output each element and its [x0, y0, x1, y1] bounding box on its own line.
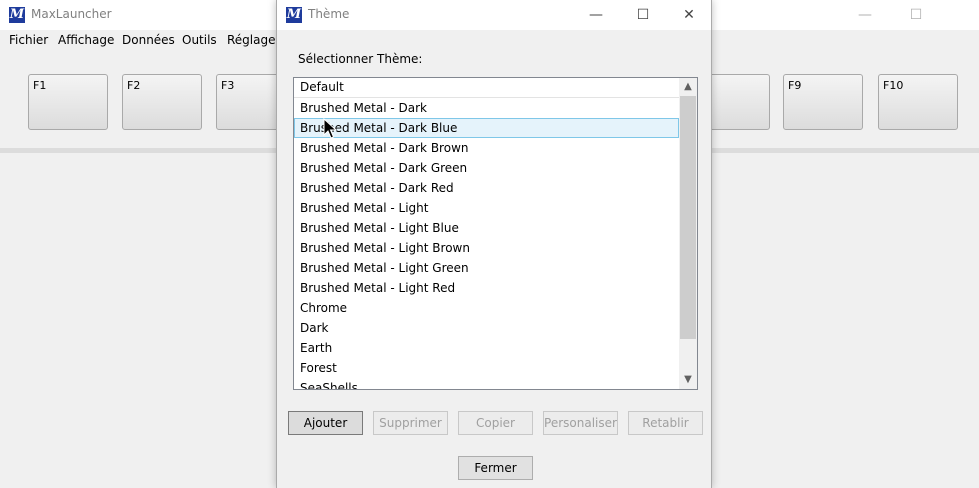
theme-list-item[interactable]: SeaShells — [294, 378, 679, 389]
menu-affichage[interactable]: Affichage — [58, 33, 114, 47]
mouse-cursor-icon — [323, 118, 337, 139]
theme-list-item[interactable]: Brushed Metal - Light Green — [294, 258, 679, 278]
theme-dialog: M Thème — ☐ ✕ Sélectionner Thème: Defaul… — [276, 0, 712, 488]
maxlauncher-app-icon: M — [286, 7, 302, 23]
function-key-label: F3 — [221, 79, 235, 92]
theme-list-item[interactable]: Brushed Metal - Dark Green — [294, 158, 679, 178]
dialog-maximize-button[interactable]: ☐ — [620, 0, 666, 30]
select-theme-label: Sélectionner Thème: — [298, 52, 423, 66]
menu-reglages[interactable]: Réglages — [227, 33, 282, 47]
theme-list-item[interactable]: Brushed Metal - Dark — [294, 98, 679, 118]
menu-fichier[interactable]: Fichier — [9, 33, 48, 47]
maxlauncher-app-icon: M — [9, 7, 25, 23]
theme-list-item[interactable]: Dark — [294, 318, 679, 338]
function-key-label: F1 — [33, 79, 47, 92]
function-key-f1[interactable]: F1 — [28, 74, 108, 130]
theme-list-item[interactable]: Brushed Metal - Light Blue — [294, 218, 679, 238]
copy-button[interactable]: Copier — [458, 411, 533, 435]
dialog-close-button[interactable]: ✕ — [666, 0, 712, 30]
theme-list-item[interactable]: Forest — [294, 358, 679, 378]
restore-button[interactable]: Retablir — [628, 411, 703, 435]
function-key-f10[interactable]: F10 — [878, 74, 958, 130]
theme-list-default-item[interactable]: Default — [294, 78, 679, 98]
theme-list-rows: Brushed Metal - Dark Brushed Metal - Dark… — [294, 98, 679, 389]
function-key-label: F10 — [883, 79, 904, 92]
dialog-titlebar: M Thème — ☐ ✕ — [277, 0, 711, 30]
close-button[interactable]: Fermer — [458, 456, 533, 480]
menu-outils[interactable]: Outils — [182, 33, 217, 47]
theme-list-item[interactable]: Brushed Metal - Light — [294, 198, 679, 218]
theme-list-item[interactable]: Earth — [294, 338, 679, 358]
theme-list[interactable]: Default Brushed Metal - Dark Brushed Meta… — [293, 77, 698, 390]
chevron-up-icon[interactable]: ▲ — [679, 78, 697, 95]
function-key-label: F9 — [788, 79, 802, 92]
menu-donnees[interactable]: Données — [122, 33, 175, 47]
theme-list-item[interactable]: Chrome — [294, 298, 679, 318]
dialog-minimize-button[interactable]: — — [573, 0, 619, 30]
customize-button[interactable]: Personaliser — [543, 411, 618, 435]
function-key-label: F2 — [127, 79, 141, 92]
theme-list-item[interactable]: Brushed Metal - Dark Red — [294, 178, 679, 198]
function-key-f2[interactable]: F2 — [122, 74, 202, 130]
delete-button[interactable]: Supprimer — [373, 411, 448, 435]
theme-list-item[interactable]: Brushed Metal - Light Brown — [294, 238, 679, 258]
function-key-f9[interactable]: F9 — [783, 74, 863, 130]
scrollbar-thumb[interactable] — [680, 96, 696, 339]
main-maximize-button[interactable]: ☐ — [893, 0, 939, 30]
theme-list-scrollbar[interactable]: ▲ ▼ — [679, 78, 697, 389]
theme-list-item[interactable]: Brushed Metal - Dark Brown — [294, 138, 679, 158]
add-button[interactable]: Ajouter — [288, 411, 363, 435]
dialog-title: Thème — [308, 7, 350, 21]
theme-list-item[interactable]: Brushed Metal - Light Red — [294, 278, 679, 298]
chevron-down-icon[interactable]: ▼ — [679, 371, 697, 388]
theme-list-item[interactable]: Brushed Metal - Dark Blue — [294, 118, 679, 138]
main-window-title: MaxLauncher — [31, 7, 112, 21]
main-minimize-button[interactable]: — — [842, 0, 888, 30]
